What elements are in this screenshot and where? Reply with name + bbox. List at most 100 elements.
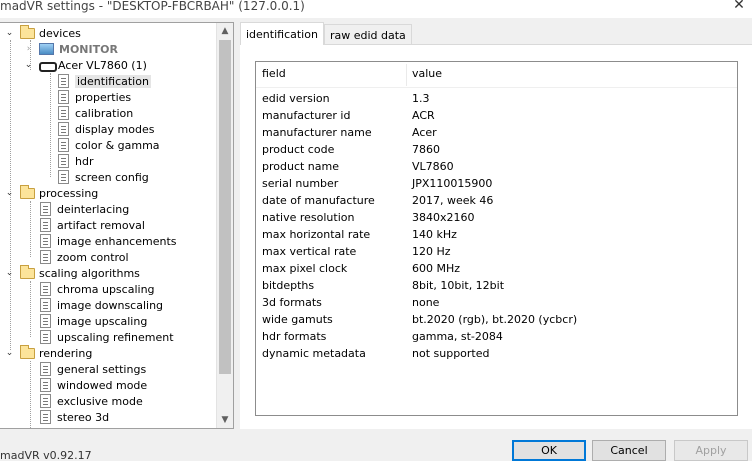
tree-item-rendering[interactable]: ⌄ rendering	[5, 344, 92, 361]
tree-item-display-modes[interactable]: display modes	[58, 121, 154, 137]
chevron-right-icon[interactable]: ›	[24, 44, 33, 54]
column-divider[interactable]	[406, 64, 407, 86]
tree-connector	[30, 201, 31, 257]
tree-label: chroma upscaling	[57, 282, 155, 296]
table-row[interactable]: manufacturer name Acer	[256, 124, 737, 141]
tree-label: windowed mode	[57, 378, 148, 392]
tree-item-exclusive-mode[interactable]: exclusive mode	[40, 393, 143, 409]
scroll-up-icon[interactable]: ▲	[217, 23, 233, 39]
tree-item-hdr[interactable]: hdr	[58, 153, 93, 169]
field-cell: max vertical rate	[262, 245, 357, 258]
tree-item-color-gamma[interactable]: color & gamma	[58, 137, 160, 153]
table-row[interactable]: product code 7860	[256, 141, 737, 158]
projector-icon	[37, 60, 57, 72]
value-cell: VL7860	[412, 160, 454, 173]
tree-item-identification[interactable]: identification	[58, 73, 151, 89]
tree-item-image-enhancements[interactable]: image enhancements	[40, 233, 177, 249]
document-icon	[58, 138, 69, 152]
tree-item-chroma-upscaling[interactable]: chroma upscaling	[40, 281, 155, 297]
tree-item-properties[interactable]: properties	[58, 89, 131, 105]
tree-item-calibration[interactable]: calibration	[58, 105, 133, 121]
chevron-down-icon[interactable]: ⌄	[5, 28, 14, 38]
table-row[interactable]: product name VL7860	[256, 158, 737, 175]
table-row[interactable]: wide gamuts bt.2020 (rgb), bt.2020 (ycbcr…	[256, 311, 737, 328]
table-row[interactable]: hdr formats gamma, st-2084	[256, 328, 737, 345]
tree-item-stereo-3d[interactable]: stereo 3d	[40, 409, 109, 425]
tree-item-processing[interactable]: ⌄ processing	[5, 184, 99, 201]
value-cell: Acer	[412, 126, 437, 139]
table-row[interactable]: edid version 1.3	[256, 90, 737, 107]
field-cell: manufacturer id	[262, 109, 351, 122]
table-row[interactable]: max pixel clock 600 MHz	[256, 260, 737, 277]
tab-raw-edid-data[interactable]: raw edid data	[323, 24, 412, 45]
chevron-down-icon[interactable]: ⌄	[5, 348, 14, 358]
tree-label: screen config	[75, 170, 149, 184]
chevron-down-icon[interactable]: ⌄	[5, 268, 14, 278]
tree-label-processing: processing	[39, 186, 99, 200]
value-cell: gamma, st-2084	[412, 330, 503, 343]
value-cell: 3840x2160	[412, 211, 475, 224]
table-row[interactable]: dynamic metadata not supported	[256, 345, 737, 362]
table-row[interactable]: max horizontal rate 140 kHz	[256, 226, 737, 243]
document-icon	[58, 90, 69, 104]
document-icon	[40, 298, 51, 312]
value-cell: 140 kHz	[412, 228, 457, 241]
table-row[interactable]: manufacturer id ACR	[256, 107, 737, 124]
document-icon	[40, 330, 51, 344]
table-row[interactable]: date of manufacture 2017, week 46	[256, 192, 737, 209]
tree-item-windowed-mode[interactable]: windowed mode	[40, 377, 147, 393]
tree-item-deinterlacing[interactable]: deinterlacing	[40, 201, 129, 217]
tree-label: artifact removal	[57, 218, 145, 232]
tree-label: deinterlacing	[57, 202, 130, 216]
document-icon	[40, 314, 51, 328]
cancel-button[interactable]: Cancel	[592, 440, 666, 461]
apply-button[interactable]: Apply	[674, 440, 748, 461]
tree-label: color & gamma	[75, 138, 160, 152]
tree-label: identification	[75, 74, 151, 88]
tree-item-artifact-removal[interactable]: artifact removal	[40, 217, 145, 233]
scroll-down-icon[interactable]: ▼	[217, 412, 233, 428]
table-row[interactable]: native resolution 3840x2160	[256, 209, 737, 226]
tree-item-image-upscaling[interactable]: image upscaling	[40, 313, 147, 329]
chevron-down-icon[interactable]: ⌄	[24, 60, 33, 70]
tree-item-general-settings[interactable]: general settings	[40, 361, 146, 377]
tree-label: properties	[75, 90, 132, 104]
document-icon	[40, 378, 51, 392]
tree-item-scaling-algorithms[interactable]: ⌄ scaling algorithms	[5, 264, 140, 281]
tree-item-devices[interactable]: ⌄ devices	[5, 24, 81, 41]
close-icon[interactable]: ✕	[732, 0, 746, 13]
document-icon	[40, 282, 51, 296]
tree-label: exclusive mode	[57, 394, 143, 408]
tree-label: general settings	[57, 362, 147, 376]
tab-identification[interactable]: identification	[240, 22, 324, 45]
column-header-value[interactable]: value	[412, 67, 442, 80]
tab-content: field value edid version 1.3 manufacturer …	[240, 44, 752, 429]
tree-label: image enhancements	[57, 234, 177, 248]
tree-scrollbar[interactable]: ▲ ▼	[216, 23, 233, 428]
value-cell: 1.3	[412, 92, 430, 105]
table-row[interactable]: serial number JPX110015900	[256, 175, 737, 192]
tree-item-device[interactable]: ⌄ Acer VL7860 (1)	[24, 57, 147, 73]
tree-label: upscaling refinement	[57, 330, 174, 344]
column-header-field[interactable]: field	[262, 67, 286, 80]
table-row[interactable]: 3d formats none	[256, 294, 737, 311]
tree-item-image-downscaling[interactable]: image downscaling	[40, 297, 163, 313]
document-icon	[40, 250, 51, 264]
tree-item-monitor[interactable]: › MONITOR	[24, 41, 118, 57]
folder-icon	[20, 344, 35, 359]
table-row[interactable]: bitdepths 8bit, 10bit, 12bit	[256, 277, 737, 294]
tree-label-scaling: scaling algorithms	[39, 266, 140, 280]
chevron-down-icon[interactable]: ⌄	[5, 188, 14, 198]
field-cell: native resolution	[262, 211, 355, 224]
tree-item-screen-config[interactable]: screen config	[58, 169, 149, 185]
scroll-thumb[interactable]	[219, 40, 231, 374]
tree-item-zoom-control[interactable]: zoom control	[40, 249, 129, 265]
title-bar: madVR settings - "DESKTOP-FBCRBAH" (127.…	[0, 0, 752, 18]
field-cell: product code	[262, 143, 335, 156]
table-row[interactable]: max vertical rate 120 Hz	[256, 243, 737, 260]
tree-item-upscaling-refinement[interactable]: upscaling refinement	[40, 329, 174, 345]
field-cell: manufacturer name	[262, 126, 372, 139]
field-cell: max pixel clock	[262, 262, 348, 275]
tree-label: image upscaling	[57, 314, 148, 328]
ok-button[interactable]: OK	[512, 440, 586, 461]
